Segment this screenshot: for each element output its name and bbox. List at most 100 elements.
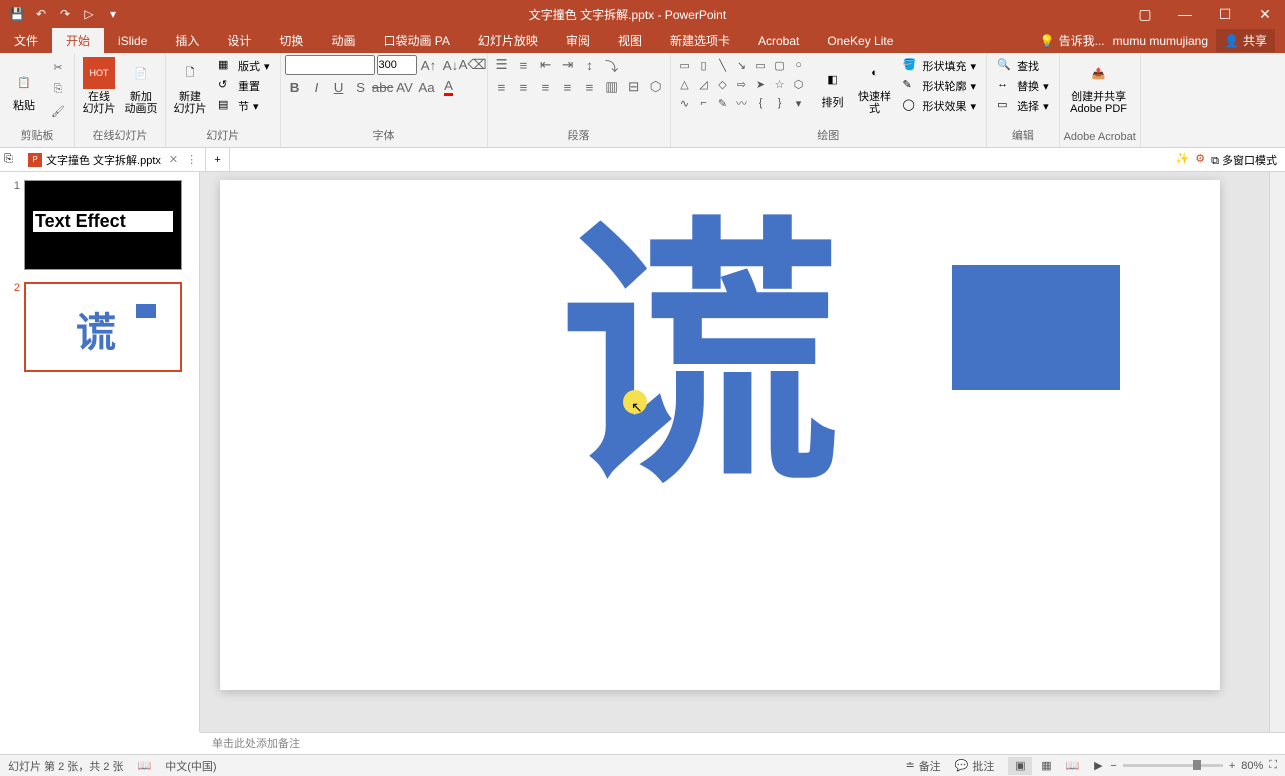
- file-tab-active[interactable]: P 文字撞色 文字拆解.pptx ✕ ⋮: [20, 148, 206, 171]
- clear-format-icon[interactable]: A⌫: [463, 55, 483, 75]
- cut-icon[interactable]: ✂: [48, 57, 68, 77]
- tab-acrobat[interactable]: Acrobat: [744, 30, 813, 52]
- font-family-input[interactable]: [285, 55, 375, 75]
- ribbon-display-icon[interactable]: ▢: [1125, 0, 1165, 28]
- reset-button[interactable]: ↺重置: [214, 77, 274, 95]
- decrease-indent-button[interactable]: ⇤: [536, 55, 556, 75]
- slideshow-view-button[interactable]: ▶: [1086, 757, 1110, 775]
- font-color-button[interactable]: A: [439, 77, 459, 97]
- maximize-button[interactable]: ☐: [1205, 0, 1245, 28]
- tab-insert[interactable]: 插入: [161, 28, 213, 53]
- shape-line-icon[interactable]: ╲: [715, 57, 731, 73]
- tab-menu-icon[interactable]: ⋮: [186, 153, 197, 166]
- slide-rectangle[interactable]: [952, 265, 1120, 390]
- new-animation-page-button[interactable]: 📄 新加 动画页: [121, 55, 161, 117]
- notes-pane[interactable]: 单击此处添加备注: [200, 732, 1285, 754]
- align-center-button[interactable]: ≡: [514, 77, 534, 97]
- zoom-slider[interactable]: [1123, 764, 1223, 767]
- online-slides-button[interactable]: HOT 在线 幻灯片: [79, 55, 119, 117]
- new-slide-button[interactable]: 🗋 新建 幻灯片: [170, 55, 210, 117]
- shape-diamond-icon[interactable]: ◇: [715, 76, 731, 92]
- slide-character[interactable]: 谎: [560, 220, 840, 500]
- tab-home[interactable]: 开始: [52, 28, 104, 53]
- shape-star-icon[interactable]: ☆: [772, 76, 788, 92]
- replace-button[interactable]: ↔替换▾: [993, 77, 1053, 95]
- paste-button[interactable]: 📋 粘贴: [4, 55, 44, 123]
- wand-icon[interactable]: ✨: [1176, 152, 1190, 168]
- underline-button[interactable]: U: [329, 77, 349, 97]
- shape-rarrow2-icon[interactable]: ➤: [753, 76, 769, 92]
- tab-newtab[interactable]: 新建选项卡: [656, 28, 744, 53]
- share-button[interactable]: 👤 共享: [1216, 29, 1275, 52]
- zoom-in-button[interactable]: +: [1229, 760, 1235, 772]
- numbering-button[interactable]: ≡: [514, 55, 534, 75]
- section-button[interactable]: ▤节▾: [214, 97, 274, 115]
- close-tab-icon[interactable]: ✕: [169, 153, 178, 166]
- shape-roundrect-icon[interactable]: ▢: [772, 57, 788, 73]
- shape-rect-icon[interactable]: ▭: [753, 57, 769, 73]
- shape-rtriangle-icon[interactable]: ◿: [696, 76, 712, 92]
- language-indicator[interactable]: 中文(中国): [165, 758, 216, 774]
- save-icon[interactable]: 💾: [6, 3, 28, 25]
- strikethrough-button[interactable]: abc: [373, 77, 393, 97]
- text-direction-button[interactable]: ⤵: [602, 55, 622, 75]
- increase-indent-button[interactable]: ⇥: [558, 55, 578, 75]
- zoom-percentage[interactable]: 80%: [1241, 760, 1263, 772]
- gear-icon[interactable]: ⚙: [1195, 152, 1205, 168]
- comments-toggle[interactable]: 💬 批注: [955, 758, 995, 774]
- create-pdf-button[interactable]: 📤 创建并共享 Adobe PDF: [1064, 55, 1134, 117]
- smartart-button[interactable]: ⬡: [646, 77, 666, 97]
- zoom-out-button[interactable]: −: [1110, 760, 1116, 772]
- new-tab-button[interactable]: +: [206, 148, 230, 171]
- shape-fill-button[interactable]: 🪣形状填充▾: [899, 57, 981, 75]
- align-left-button[interactable]: ≡: [492, 77, 512, 97]
- align-right-button[interactable]: ≡: [536, 77, 556, 97]
- find-button[interactable]: 🔍查找: [993, 57, 1053, 75]
- qat-more-icon[interactable]: ▾: [102, 3, 124, 25]
- tab-design[interactable]: 设计: [213, 28, 265, 53]
- shape-hex-icon[interactable]: ⬡: [791, 76, 807, 92]
- sorter-view-button[interactable]: ▦: [1034, 757, 1058, 775]
- quick-styles-button[interactable]: ◐ 快速样式: [855, 55, 895, 117]
- tab-view[interactable]: 视图: [604, 28, 656, 53]
- slideshow-icon[interactable]: ▷: [78, 3, 100, 25]
- select-button[interactable]: ▭选择▾: [993, 97, 1053, 115]
- tab-onekey[interactable]: OneKey Lite: [813, 30, 907, 52]
- shape-curve-icon[interactable]: ∿: [677, 95, 693, 111]
- multi-window-button[interactable]: ⧉ 多窗口模式: [1211, 152, 1277, 168]
- reading-view-button[interactable]: 📖: [1060, 757, 1084, 775]
- shadow-button[interactable]: S: [351, 77, 371, 97]
- increase-font-icon[interactable]: A↑: [419, 55, 439, 75]
- italic-button[interactable]: I: [307, 77, 327, 97]
- distribute-button[interactable]: ≡: [580, 77, 600, 97]
- redo-icon[interactable]: ↷: [54, 3, 76, 25]
- tab-pocket-animation[interactable]: 口袋动画 PA: [369, 28, 463, 53]
- layout-button[interactable]: ▦版式▾: [214, 57, 274, 75]
- align-text-button[interactable]: ⊟: [624, 77, 644, 97]
- shape-triangle-icon[interactable]: △: [677, 76, 693, 92]
- thumbnail-1[interactable]: Text Effect: [24, 180, 182, 270]
- normal-view-button[interactable]: ▣: [1008, 757, 1032, 775]
- shape-vtextbox-icon[interactable]: ▯: [696, 57, 712, 73]
- shapes-gallery[interactable]: ▭ ▯ ╲ ↘ ▭ ▢ ○ △ ◿ ◇ ⇨ ➤ ☆ ⬡ ∿ ⌐ ✎ 〰 { }: [675, 55, 811, 117]
- notes-toggle[interactable]: ≐ 备注: [905, 758, 940, 774]
- columns-button[interactable]: ▥: [602, 77, 622, 97]
- user-name[interactable]: mumu mumujiang: [1113, 34, 1208, 48]
- shape-oval-icon[interactable]: ○: [791, 57, 807, 73]
- shape-more-icon[interactable]: ▾: [791, 95, 807, 111]
- shape-brace2-icon[interactable]: }: [772, 95, 788, 111]
- slide-thumbnail-panel[interactable]: 1 Text Effect 2 谎: [0, 172, 200, 732]
- slide-editor[interactable]: 谎 ↖: [200, 172, 1285, 732]
- arrange-button[interactable]: ◧ 排列: [813, 55, 853, 117]
- shape-rarrow-icon[interactable]: ⇨: [734, 76, 750, 92]
- tab-animations[interactable]: 动画: [317, 28, 369, 53]
- shape-outline-button[interactable]: ✎形状轮廓▾: [899, 77, 981, 95]
- justify-button[interactable]: ≡: [558, 77, 578, 97]
- outline-toggle-icon[interactable]: ⎘: [0, 153, 20, 166]
- decrease-font-icon[interactable]: A↓: [441, 55, 461, 75]
- shape-arrow-icon[interactable]: ↘: [734, 57, 750, 73]
- bold-button[interactable]: B: [285, 77, 305, 97]
- tab-slideshow[interactable]: 幻灯片放映: [464, 28, 552, 53]
- fit-to-window-button[interactable]: ⛶: [1269, 759, 1277, 772]
- tab-transitions[interactable]: 切换: [265, 28, 317, 53]
